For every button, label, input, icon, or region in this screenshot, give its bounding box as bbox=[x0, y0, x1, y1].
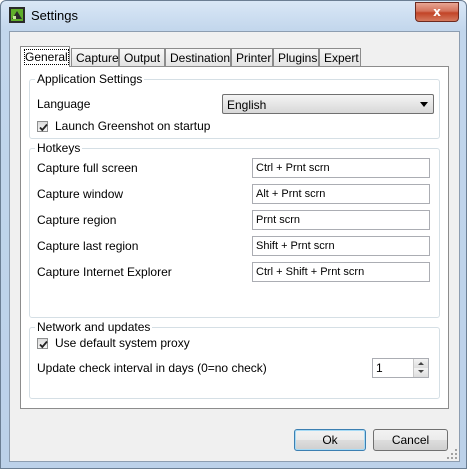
close-icon: x bbox=[433, 5, 441, 19]
hotkey-field-region[interactable]: Prnt scrn bbox=[252, 210, 430, 230]
language-select[interactable]: English bbox=[222, 94, 434, 114]
hotkey-field-internet-explorer[interactable]: Ctrl + Shift + Prnt scrn bbox=[252, 262, 430, 282]
window-title: Settings bbox=[31, 8, 78, 23]
update-interval-value: 1 bbox=[376, 361, 383, 375]
ok-button[interactable]: Ok bbox=[294, 429, 366, 451]
group-title: Application Settings bbox=[35, 72, 145, 86]
hotkeys-group: Hotkeys Capture full screen Ctrl + Prnt … bbox=[29, 141, 440, 318]
tab-destination[interactable]: Destination bbox=[165, 48, 231, 66]
launch-on-startup-label: Launch Greenshot on startup bbox=[55, 119, 211, 133]
application-settings-group: Application Settings Language English La… bbox=[29, 72, 440, 139]
tab-label: Printer bbox=[236, 51, 272, 65]
hotkey-label-region: Capture region bbox=[37, 213, 117, 227]
language-value: English bbox=[227, 98, 267, 112]
title-bar[interactable]: Settings x bbox=[1, 1, 466, 31]
hotkey-field-last-region[interactable]: Shift + Prnt scrn bbox=[252, 236, 430, 256]
settings-window: Settings x General Capture Output Destin… bbox=[0, 0, 467, 469]
hotkey-label-last-region: Capture last region bbox=[37, 239, 139, 253]
hotkey-label-internet-explorer: Capture Internet Explorer bbox=[37, 265, 172, 279]
tab-output[interactable]: Output bbox=[119, 48, 165, 66]
tab-label: Capture bbox=[76, 51, 119, 65]
tab-capture[interactable]: Capture bbox=[71, 48, 119, 66]
tab-label: Expert bbox=[324, 51, 359, 65]
checkmark-icon bbox=[39, 340, 48, 349]
tab-label: Destination bbox=[170, 51, 231, 65]
checkmark-icon bbox=[39, 123, 48, 132]
group-title: Hotkeys bbox=[35, 141, 83, 155]
hotkey-field-full-screen[interactable]: Ctrl + Prnt scrn bbox=[252, 158, 430, 178]
resize-grip-icon[interactable] bbox=[446, 448, 458, 460]
cancel-button[interactable]: Cancel bbox=[373, 429, 448, 451]
tab-label: Output bbox=[124, 51, 161, 65]
tab-expert[interactable]: Expert bbox=[319, 48, 361, 66]
update-interval-stepper[interactable]: 1 bbox=[372, 358, 429, 378]
dialog-client-area: General Capture Output Destination Print… bbox=[9, 31, 460, 462]
launch-on-startup-checkbox[interactable] bbox=[37, 121, 48, 132]
network-updates-group: Network and updates Use default system p… bbox=[29, 320, 440, 399]
greenshot-icon bbox=[9, 7, 25, 23]
close-button[interactable]: x bbox=[415, 2, 459, 22]
group-title: Network and updates bbox=[35, 320, 153, 334]
spin-up-icon[interactable] bbox=[413, 359, 428, 368]
tab-panel-general: Application Settings Language English La… bbox=[20, 66, 449, 409]
hotkey-field-window[interactable]: Alt + Prnt scrn bbox=[252, 184, 430, 204]
tab-label: General bbox=[24, 49, 69, 65]
tab-printer[interactable]: Printer bbox=[231, 48, 273, 66]
hotkey-label-window: Capture window bbox=[37, 187, 124, 201]
use-system-proxy-label: Use default system proxy bbox=[55, 336, 190, 350]
use-system-proxy-checkbox[interactable] bbox=[37, 338, 48, 349]
chevron-down-icon bbox=[420, 102, 428, 107]
tab-label: Plugins bbox=[278, 51, 318, 65]
update-interval-label: Update check interval in days (0=no chec… bbox=[37, 361, 267, 375]
tab-plugins[interactable]: Plugins bbox=[273, 48, 319, 66]
tab-general[interactable]: General bbox=[20, 46, 70, 67]
language-label: Language bbox=[37, 97, 91, 111]
hotkey-label-full-screen: Capture full screen bbox=[37, 161, 138, 175]
spin-down-icon[interactable] bbox=[413, 368, 428, 377]
